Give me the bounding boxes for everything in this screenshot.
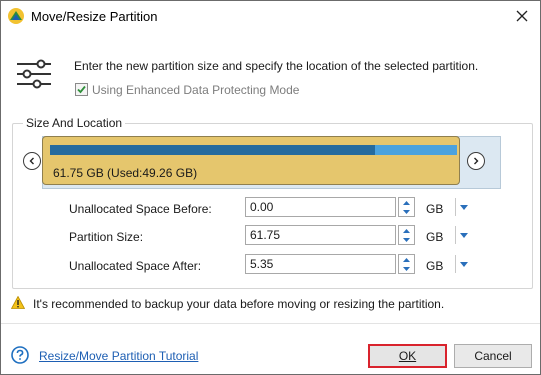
- app-logo-icon: [8, 8, 24, 24]
- spin-up-icon[interactable]: [399, 226, 414, 235]
- unit-dropdown-icon[interactable]: [459, 226, 469, 244]
- unit-dropdown-icon[interactable]: [459, 198, 469, 216]
- free-space-bar: [375, 145, 457, 155]
- cancel-button[interactable]: Cancel: [454, 344, 532, 368]
- unit-dropdown-icon[interactable]: [459, 255, 469, 273]
- sliders-icon: [17, 59, 51, 89]
- move-left-button[interactable]: [23, 152, 41, 170]
- unallocated-after-input[interactable]: [245, 254, 396, 274]
- ok-button-label: OK: [398, 349, 417, 363]
- spin-up-icon[interactable]: [399, 255, 414, 264]
- window-title: Move/Resize Partition: [31, 9, 158, 24]
- title-bar: Move/Resize Partition: [1, 1, 540, 33]
- unallocated-before-input[interactable]: [245, 197, 396, 217]
- unallocated-after-label: Unallocated Space After:: [69, 259, 202, 273]
- unit-divider: [455, 255, 456, 273]
- close-button[interactable]: [508, 3, 536, 29]
- chevron-left-icon: [29, 157, 34, 165]
- spin-down-icon[interactable]: [399, 235, 414, 244]
- move-resize-dialog: Move/Resize Partition Enter the new part…: [0, 0, 541, 375]
- backup-warning-text: It's recommended to backup your data bef…: [33, 297, 445, 311]
- unallocated-after-spinner[interactable]: [398, 254, 415, 274]
- move-right-button[interactable]: [467, 152, 485, 170]
- cancel-button-label: Cancel: [474, 349, 512, 363]
- partition-size-label: 61.75 GB (Used:49.26 GB): [53, 166, 198, 180]
- unallocated-before-spinner[interactable]: [398, 197, 415, 217]
- unallocated-before-unit: GB: [426, 202, 444, 216]
- tutorial-link[interactable]: Resize/Move Partition Tutorial: [39, 349, 198, 363]
- spin-up-icon[interactable]: [399, 198, 414, 207]
- unallocated-before-label: Unallocated Space Before:: [69, 202, 212, 216]
- ok-button[interactable]: OK: [368, 344, 447, 368]
- footer-divider: [1, 323, 540, 324]
- unallocated-after-unit: GB: [426, 259, 444, 273]
- chevron-right-icon: [474, 157, 479, 165]
- help-icon[interactable]: [11, 346, 29, 364]
- partition-size-field-label: Partition Size:: [69, 230, 144, 244]
- used-space-bar: [50, 145, 375, 155]
- size-location-title: Size And Location: [23, 116, 126, 130]
- spin-down-icon[interactable]: [399, 207, 414, 216]
- spin-down-icon[interactable]: [399, 264, 414, 273]
- enhanced-protection-checkbox[interactable]: [75, 83, 88, 96]
- intro-description: Enter the new partition size and specify…: [74, 59, 479, 73]
- close-icon: [516, 10, 528, 22]
- partition-size-input[interactable]: [245, 225, 396, 245]
- warning-icon: [11, 296, 25, 309]
- unit-divider: [455, 226, 456, 244]
- unit-divider: [455, 198, 456, 216]
- enhanced-protection-label: Using Enhanced Data Protecting Mode: [92, 83, 300, 97]
- checkmark-icon: [77, 85, 86, 94]
- partition-size-spinner[interactable]: [398, 225, 415, 245]
- partition-size-unit: GB: [426, 230, 444, 244]
